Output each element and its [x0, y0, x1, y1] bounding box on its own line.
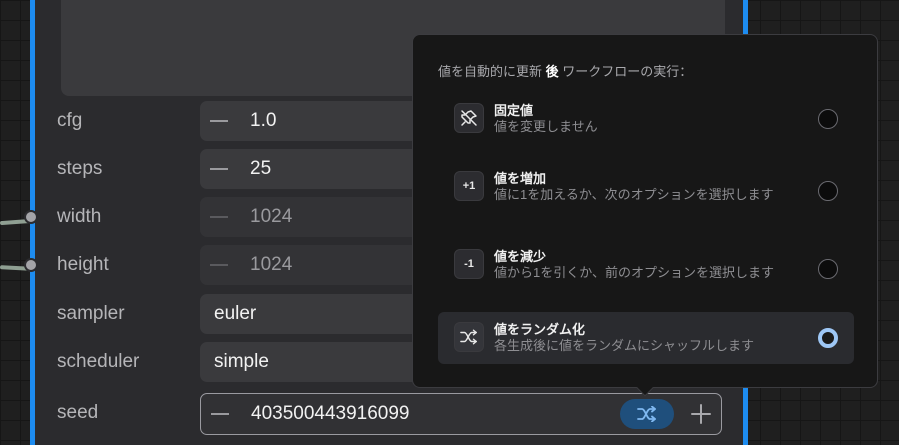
input-socket-height[interactable] — [24, 258, 38, 272]
increment-icon[interactable] — [689, 402, 713, 426]
seed-number-field[interactable]: 403500443916099 — [200, 393, 722, 435]
plus-one-icon: +1 — [454, 171, 484, 201]
decrement-icon[interactable] — [210, 168, 228, 170]
minus-one-icon: -1 — [454, 249, 484, 279]
shuffle-icon — [637, 406, 656, 422]
steps-value[interactable]: 25 — [250, 158, 271, 180]
option-description: 各生成後に値をランダムにシャッフルします — [494, 338, 755, 353]
option-decrement[interactable]: -1 値を減少 値から1を引くか、前のオプションを選択します — [438, 239, 854, 291]
cfg-value[interactable]: 1.0 — [250, 110, 276, 132]
option-title: 値を増加 — [494, 171, 547, 186]
widget-row-seed: seed 403500443916099 — [35, 393, 743, 435]
radio-randomize[interactable] — [818, 328, 838, 348]
option-randomize[interactable]: 値をランダム化 各生成後に値をランダムにシャッフルします — [438, 312, 854, 364]
option-description: 値に1を加えるか、次のオプションを選択します — [494, 187, 774, 202]
option-description: 値を変更しません — [494, 119, 598, 134]
decrement-icon[interactable] — [210, 120, 228, 122]
radio-decrement[interactable] — [818, 259, 838, 279]
option-title: 固定値 — [494, 103, 534, 118]
option-increment[interactable]: +1 値を増加 値に1を加えるか、次のオプションを選択します — [438, 161, 854, 213]
option-fixed[interactable]: 固定値 値を変更しません — [438, 93, 854, 145]
decrement-icon — [210, 216, 228, 218]
scheduler-value[interactable]: simple — [214, 351, 269, 373]
widget-label-scheduler: scheduler — [57, 351, 140, 372]
decrement-icon — [210, 264, 228, 266]
height-value: 1024 — [250, 254, 293, 275]
widget-label-steps: steps — [57, 158, 103, 179]
control-mode-button[interactable] — [620, 399, 674, 429]
width-value: 1024 — [250, 206, 293, 227]
seed-value[interactable]: 403500443916099 — [251, 403, 410, 425]
widget-label-width: width — [57, 206, 102, 227]
option-title: 値を減少 — [494, 249, 547, 264]
widget-label-seed: seed — [57, 402, 99, 423]
pin-off-icon — [454, 103, 484, 133]
option-title: 値をランダム化 — [494, 322, 586, 337]
widget-label-height: height — [57, 254, 109, 275]
sampler-value[interactable]: euler — [214, 303, 256, 325]
widget-label-cfg: cfg — [57, 110, 83, 131]
option-description: 値から1を引くか、前のオプションを選択します — [494, 265, 774, 280]
popover-header: 値を自動的に更新 後 ワークフローの実行： — [438, 64, 693, 79]
control-mode-popover: 値を自動的に更新 後 ワークフローの実行： 固定値 値を変更しません +1 値を… — [412, 34, 878, 397]
radio-fixed[interactable] — [818, 109, 838, 129]
radio-increment[interactable] — [818, 181, 838, 201]
input-socket-width[interactable] — [24, 210, 38, 224]
shuffle-icon — [454, 322, 484, 352]
widget-label-sampler: sampler — [57, 303, 125, 324]
decrement-icon[interactable] — [211, 413, 229, 415]
